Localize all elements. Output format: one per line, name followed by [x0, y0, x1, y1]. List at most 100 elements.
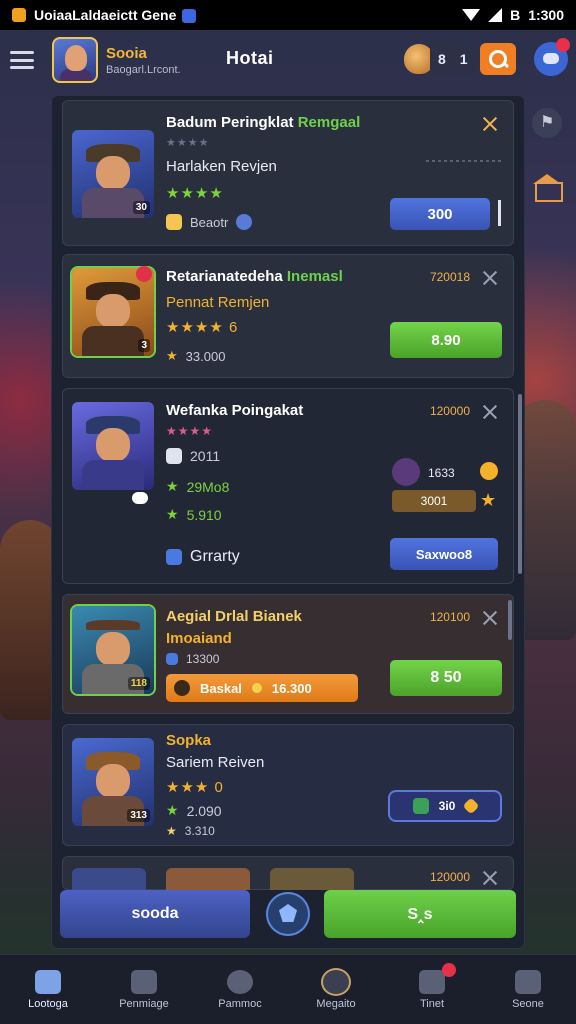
hero-portrait [72, 868, 146, 890]
status-bar: UoiaaLaldaeictt Gene B 1:300 [0, 0, 576, 30]
nav-label: Seone [512, 997, 544, 1010]
currency-display: 81 [404, 42, 516, 76]
scrollbar[interactable] [508, 600, 512, 640]
side-stat-a: 1633 [428, 466, 455, 480]
card-stat-2: ★ 29Mo8 [166, 478, 230, 495]
card-title: Aegial Drlal Bianek [166, 608, 302, 625]
card-title: Sopka [166, 732, 212, 749]
portrait-tag: 30 [132, 201, 150, 214]
alert-badge-icon [136, 266, 152, 282]
card-title: Wefanka Poingakat [166, 402, 304, 419]
status-title: UoiaaLaldaeictt Gene [34, 7, 462, 24]
chat-bubble-icon [132, 492, 148, 504]
battery-text: B [510, 7, 521, 23]
status-time: 1:300 [528, 7, 564, 23]
home-icon [35, 969, 61, 994]
card-count: 720018 [429, 270, 470, 284]
reward-tag[interactable]: 3i0 [390, 792, 500, 820]
close-icon[interactable] [482, 270, 498, 286]
shield-icon [236, 214, 253, 230]
gem-icon [166, 653, 178, 665]
card-stat-1: ★ 2.090 [166, 802, 222, 819]
list-item[interactable]: 30 Badum Peringklat Remgaal ★★★★ Harlake… [62, 100, 514, 246]
star-icon: ★ [480, 490, 497, 510]
hero-portrait [166, 868, 250, 890]
card-subtitle: Sariem Reiven [166, 754, 265, 771]
coin-icon [251, 683, 262, 693]
card-count: 120000 [429, 404, 470, 418]
game-badge-icon [182, 9, 197, 24]
coin-icon [480, 462, 498, 480]
sooda-button[interactable]: sooda [60, 890, 250, 938]
card-title: Badum Peringklat Remgaal [166, 114, 361, 131]
close-icon[interactable] [482, 116, 498, 132]
notification-dot [442, 963, 456, 977]
team-icon [515, 969, 541, 994]
nav-item-team[interactable]: Seone [480, 955, 576, 1024]
list-item[interactable]: Wefanka Poingakat ★★★★ 2011 ★ 29Mo8 ★ 5.… [62, 388, 522, 584]
profile-info: Sooia Baogarl.Lrcont. [106, 45, 181, 76]
chart-icon [166, 448, 182, 464]
list-item[interactable]: 313 Sopka Sariem Reiven ★★★ 0 ★ 2.090 ★ … [62, 724, 514, 846]
card-stat-1: 13300 [166, 652, 219, 666]
buy-button[interactable]: 8 50 [390, 660, 502, 696]
page-title: Hotai [226, 48, 274, 68]
wifi-icon [462, 9, 481, 21]
store-icon [131, 969, 157, 994]
hero-portrait: 30 [72, 130, 154, 218]
close-icon[interactable] [482, 404, 498, 420]
nav-item-store[interactable]: Penmiage [96, 955, 192, 1024]
chat-icon[interactable] [534, 38, 570, 76]
diamond-icon [462, 797, 480, 815]
nav-item-alerts[interactable]: Tinet [384, 955, 480, 1024]
card-subtitle: Pennat Remjen [166, 294, 270, 311]
card-subtitle: Harlaken Revjen [166, 158, 277, 175]
rating-stars: ★★★★ 6 [166, 319, 239, 336]
card-count: 120100 [429, 610, 470, 624]
list-item[interactable]: 3 Retarianatedeha Inemasl Pennat Remjen … [62, 254, 514, 378]
trophy-icon[interactable] [532, 108, 562, 138]
card-stat-1: 2011 [166, 448, 220, 464]
portrait-tag: 118 [127, 677, 150, 690]
nav-item-home[interactable]: Lootoga [0, 955, 96, 1024]
emoji-icon [166, 214, 182, 230]
search-button[interactable] [479, 43, 516, 75]
star-icon: ★ [166, 348, 178, 363]
app-notification-icon [12, 8, 26, 22]
nav-label: Lootoga [28, 997, 68, 1010]
gem-icon [412, 798, 429, 814]
nav-item-network[interactable]: Pammoc [192, 955, 288, 1024]
avatar[interactable] [52, 37, 98, 83]
star-icon: ★ [166, 824, 177, 838]
emblem-button[interactable] [268, 894, 308, 934]
shop-icon[interactable] [532, 172, 563, 202]
bonus-badge[interactable]: Baskal 16.300 [166, 674, 358, 702]
menu-icon[interactable] [10, 51, 34, 69]
list-item[interactable]: 118 Aegial Drlal Bianek Imoaiand 13300 B… [62, 594, 514, 714]
profile-subtitle: Baogarl.Lrcont. [106, 63, 181, 76]
buy-button[interactable]: 8.90 [390, 322, 502, 358]
close-icon[interactable] [482, 870, 498, 886]
hero-mini-avatar [392, 458, 420, 486]
close-icon[interactable] [482, 610, 498, 626]
network-icon [227, 969, 253, 994]
buy-button[interactable]: 300 [390, 198, 490, 230]
rating-stars: ★★★★ [166, 185, 224, 202]
filter-label[interactable]: Grrarty [166, 548, 240, 566]
scrollbar[interactable] [518, 394, 522, 574]
nav-label: Tinet [419, 997, 445, 1010]
compass-icon [323, 969, 349, 994]
confirm-button[interactable]: S‸s [324, 890, 516, 938]
profile-name: Sooia [106, 44, 147, 62]
hero-list-panel: 30 Badum Peringklat Remgaal ★★★★ Harlake… [52, 96, 524, 948]
list-item[interactable]: 120000 [62, 856, 514, 890]
card-title: Retarianatedeha Inemasl [166, 268, 343, 285]
nav-item-compass[interactable]: Megaito [288, 955, 384, 1024]
card-subtitle: Imoaiand [166, 630, 232, 647]
notification-dot [556, 38, 570, 52]
star-icon: ★ [166, 802, 179, 818]
action-button[interactable]: Saxwoo8 [390, 538, 498, 570]
star-icon: ★ [166, 478, 179, 494]
rating-stars: ★★★ 0 [166, 779, 224, 796]
scroll-indicator [498, 200, 501, 226]
